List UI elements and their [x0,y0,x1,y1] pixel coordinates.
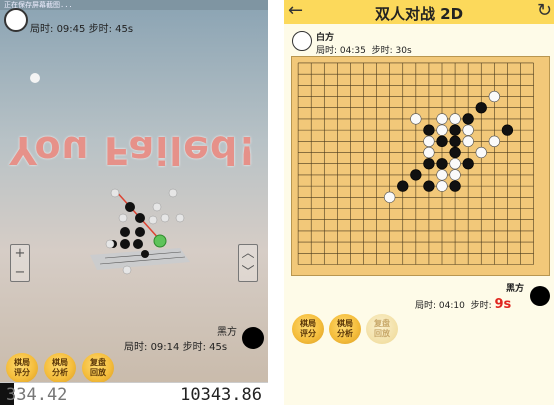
you-failed-banner: You Failed! [9,128,257,172]
white-player-timer: 局时: 09:45 步时: 45s [30,24,134,35]
black-player-avatar [530,286,550,306]
left-screen-3d: 正在保存屏幕截图... 局时: 09:45 步时: 45s You Failed… [0,0,268,405]
black-stone [397,180,409,192]
zoom-in-button[interactable]: + [11,245,29,264]
black-stone [475,102,487,114]
stone-3d-white [168,188,178,198]
restart-icon[interactable]: ↻ [537,0,552,22]
zoom-out-button[interactable]: − [11,264,29,283]
black-stone [449,180,461,192]
game-score-button[interactable]: 棋局 评分 [292,314,324,344]
stone-3d-black [135,227,145,237]
white-stone [449,113,461,125]
zoom-control[interactable]: + − [10,244,30,282]
white-stone [436,113,448,125]
white-stone [423,146,435,159]
black-stone [449,135,461,147]
stone-3d-white [148,215,158,225]
black-stone [462,158,474,170]
white-stone [436,169,448,181]
stone-3d-white [160,213,170,223]
white-stone [384,191,396,203]
stone-3d-black [141,250,149,258]
stone-3d-white [152,202,162,212]
black-stone [423,124,435,136]
stone-3d-black [135,213,145,223]
white-player-label: 白方 [316,33,335,43]
gomoku-board[interactable] [291,56,550,276]
white-player-avatar [4,8,28,32]
black-player-avatar [242,327,264,349]
white-stone [410,113,422,125]
stone-3d-black [120,227,130,237]
title-bar: ← 双人对战 2D ↻ [284,0,554,24]
black-stone [501,124,514,136]
white-stone [436,124,448,136]
white-stone [423,135,435,147]
tilt-down-button[interactable]: ﹀ [239,264,257,283]
white-stone [488,135,500,147]
stone-3d-white [122,265,132,275]
stone-3d-white [118,213,128,223]
white-stone [475,146,487,159]
black-player-timer: 局时: 04:10 步时: 9s [415,297,512,312]
stone-3d-white [110,188,120,198]
stone-3d-black [125,202,135,212]
game-analysis-button[interactable]: 棋局 分析 [329,314,361,344]
black-stone [423,158,435,170]
light-spot [30,73,40,83]
white-stone [449,169,461,181]
right-screen-2d: ← 双人对战 2D ↻ 白方 局时: 04:35 步时: 30s 黑方 局时: … [284,0,554,405]
white-stone [488,90,500,103]
white-stone [462,135,474,147]
black-stone [436,135,448,147]
board-3d[interactable] [85,180,195,280]
black-stone [423,180,435,192]
white-stone [449,158,461,170]
black-player-label: 黑方 [217,327,237,338]
last-move-marker [153,234,167,248]
black-stone [449,124,461,136]
status-bar: 正在保存屏幕截图... [0,0,268,10]
stone-3d-white [105,239,115,249]
replay-button[interactable]: 复盘 回放 [82,353,114,383]
footer-value-right: 10343.86 [180,385,262,405]
black-player-label: 黑方 [506,284,525,294]
tilt-control[interactable]: ︿ ﹀ [238,244,258,282]
footer-value-left: 334.42 [6,385,68,405]
step-countdown: 9s [494,297,512,312]
stone-3d-white [175,213,185,223]
white-player-avatar [292,31,312,51]
black-stone [462,113,474,125]
game-analysis-button[interactable]: 棋局 分析 [44,353,76,383]
black-player-timer: 局时: 09:14 步时: 45s [124,342,228,353]
game-score-button[interactable]: 棋局 评分 [6,353,38,383]
stone-3d-black [120,239,130,249]
board-3d-plane [90,248,190,270]
black-stone [410,169,422,181]
white-stone [436,180,448,192]
replay-button: 复盘 回放 [366,314,398,344]
white-stone [462,124,474,136]
stone-3d-black [133,239,143,249]
black-stone [436,158,448,170]
page-title: 双人对战 2D [374,5,464,23]
tilt-up-button[interactable]: ︿ [239,245,257,264]
white-player-timer: 局时: 04:35 步时: 30s [316,46,412,56]
number-footer: 334.42 10343.86 [0,382,268,405]
black-stone [449,146,461,159]
